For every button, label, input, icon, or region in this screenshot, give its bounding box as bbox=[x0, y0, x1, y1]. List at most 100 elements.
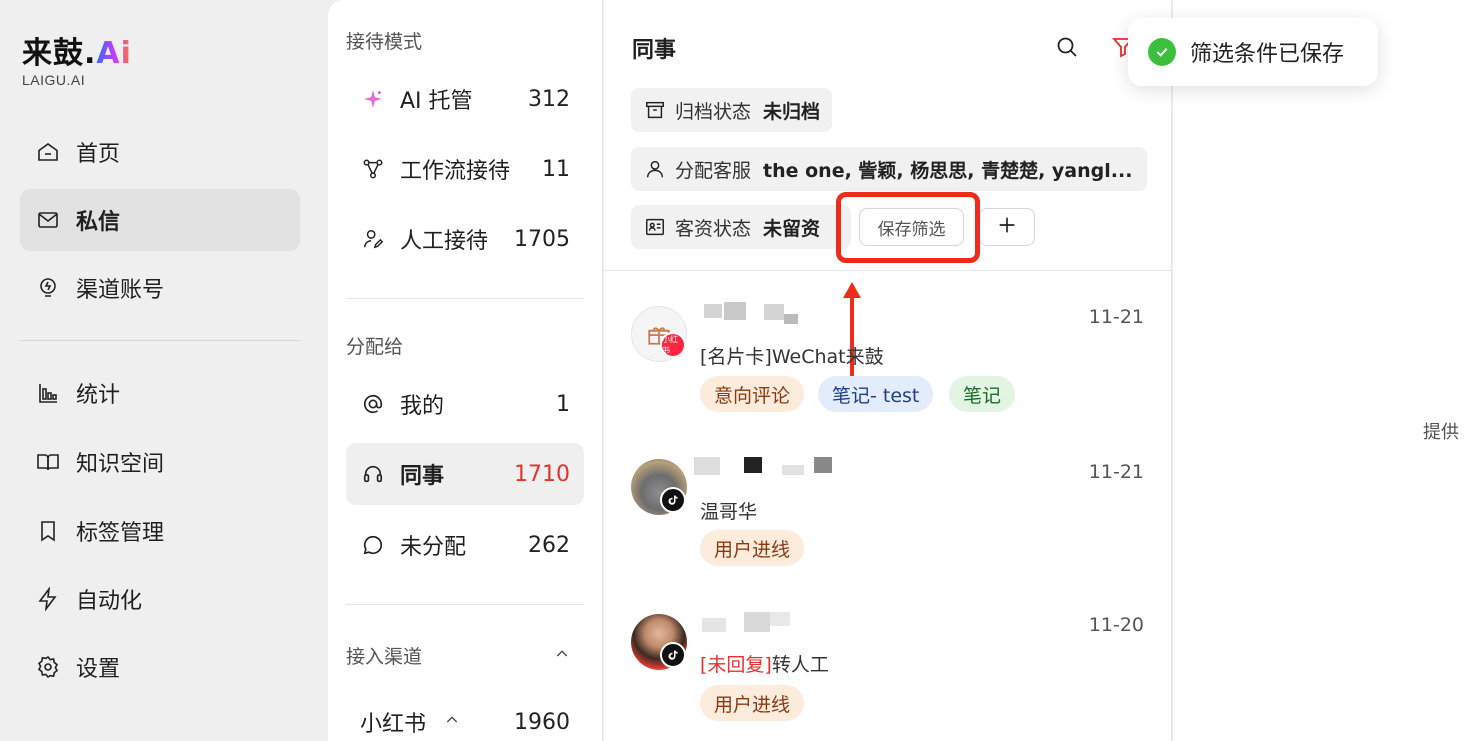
mode-label: 人工接待 bbox=[400, 229, 489, 254]
blurred-name bbox=[694, 298, 804, 324]
filter-value: the one, 訾颖, 杨思思, 青楚楚, yangl... bbox=[763, 159, 1133, 182]
filter-key: 分配客服 bbox=[675, 159, 752, 182]
headset-icon bbox=[360, 461, 386, 487]
nav-label: 自动化 bbox=[76, 589, 143, 614]
archive-icon bbox=[643, 98, 667, 122]
reception-panel: 接待模式 AI 托管 312 工作流接待 11 人工接待 1705 分配给 我的… bbox=[328, 0, 603, 741]
logo-subtitle: LAIGU.AI bbox=[22, 72, 86, 88]
channel-label: 小红书 bbox=[360, 712, 427, 737]
nav-label: 私信 bbox=[76, 210, 121, 235]
mode-count: 312 bbox=[528, 86, 570, 112]
mode-label: AI 托管 bbox=[400, 89, 473, 114]
tiktok-badge-icon bbox=[660, 642, 686, 668]
list-title: 同事 bbox=[632, 38, 677, 63]
conversation-item[interactable]: 11-21 温哥华 用户进线 bbox=[604, 445, 1172, 595]
assign-label: 未分配 bbox=[400, 535, 467, 560]
lightning-icon bbox=[34, 585, 62, 613]
user-icon bbox=[643, 157, 667, 181]
add-filter-button[interactable] bbox=[979, 208, 1035, 246]
logo-text: 来鼓. bbox=[22, 36, 97, 71]
tag-badge: 笔记- test bbox=[818, 376, 934, 412]
section-title-channels: 接入渠道 bbox=[346, 646, 423, 668]
nav-item-knowledge[interactable]: 知识空间 bbox=[20, 431, 300, 493]
assign-item-mine[interactable]: 我的 1 bbox=[346, 373, 584, 435]
at-icon bbox=[360, 391, 386, 417]
search-icon[interactable] bbox=[1052, 32, 1082, 62]
success-toast: 筛选条件已保存 bbox=[1128, 18, 1378, 86]
sparkle-icon bbox=[360, 86, 386, 112]
mode-item-ai[interactable]: AI 托管 312 bbox=[346, 68, 584, 130]
user-edit-icon bbox=[360, 226, 386, 252]
nav-item-messages[interactable]: 私信 bbox=[20, 189, 300, 251]
filter-key: 客资状态 bbox=[675, 217, 752, 240]
xiaohongshu-badge-icon: 小红书 bbox=[660, 332, 686, 358]
filter-chip-agent[interactable]: 分配客服 the one, 訾颖, 杨思思, 青楚楚, yangl... bbox=[631, 147, 1147, 191]
book-icon bbox=[34, 448, 62, 476]
conversation-list-panel: 同事 归档状态 未归档 分配客服 the one, 訾颖, 杨思思, 青楚楚, … bbox=[604, 0, 1172, 741]
conversation-date: 11-20 bbox=[1088, 614, 1144, 636]
nav-label: 标签管理 bbox=[76, 521, 165, 546]
home-icon bbox=[34, 138, 62, 166]
filter-value: 未留资 bbox=[763, 217, 821, 240]
filter-chip-lead-status[interactable]: 客资状态 未留资 bbox=[631, 205, 851, 249]
nav-label: 设置 bbox=[76, 657, 121, 682]
conversation-date: 11-21 bbox=[1088, 306, 1144, 328]
conversation-item[interactable]: 11-20 [未回复]转人工 用户进线 bbox=[604, 600, 1172, 741]
mode-count: 11 bbox=[542, 156, 570, 182]
conversation-message: [未回复]转人工 bbox=[700, 654, 829, 676]
section-title-mode: 接待模式 bbox=[346, 31, 423, 53]
mode-count: 1705 bbox=[514, 226, 570, 252]
section-title-assign: 分配给 bbox=[346, 336, 404, 358]
assign-item-unassigned[interactable]: 未分配 262 bbox=[346, 514, 584, 576]
toast-message: 筛选条件已保存 bbox=[1190, 42, 1345, 67]
mail-icon bbox=[34, 206, 62, 234]
workflow-icon bbox=[360, 156, 386, 182]
blurred-name bbox=[694, 608, 804, 632]
nav-divider bbox=[20, 340, 300, 341]
list-divider bbox=[604, 270, 1172, 271]
nav-item-automation[interactable]: 自动化 bbox=[20, 568, 300, 630]
assign-item-colleague[interactable]: 同事 1710 bbox=[346, 443, 584, 505]
brand-logo[interactable]: 来鼓.Ai LAIGU.AI bbox=[22, 36, 132, 89]
conversation-message: 温哥华 bbox=[700, 501, 758, 523]
tag-badge: 用户进线 bbox=[700, 685, 805, 721]
conversation-date: 11-21 bbox=[1088, 461, 1144, 483]
channel-item-xiaohongshu[interactable]: 小红书 1960 bbox=[346, 691, 584, 741]
chart-icon bbox=[34, 379, 62, 407]
chevron-up-icon[interactable] bbox=[444, 712, 514, 733]
assign-count: 1 bbox=[556, 391, 570, 417]
mode-label: 工作流接待 bbox=[400, 159, 511, 184]
assign-label: 我的 bbox=[400, 394, 445, 419]
highlight-box bbox=[836, 192, 980, 263]
contact-card-icon bbox=[643, 215, 667, 239]
mode-item-manual[interactable]: 人工接待 1705 bbox=[346, 208, 584, 270]
filter-key: 归档状态 bbox=[675, 100, 752, 123]
detail-panel: 提供 bbox=[1173, 0, 1467, 741]
chat-bubble-icon bbox=[360, 532, 386, 558]
tiktok-badge-icon bbox=[660, 487, 686, 513]
mode-item-workflow[interactable]: 工作流接待 11 bbox=[346, 138, 584, 200]
nav-item-tags[interactable]: 标签管理 bbox=[20, 500, 300, 562]
nav-label: 渠道账号 bbox=[76, 278, 165, 303]
conversation-message: [名片卡]WeChat来鼓 bbox=[700, 346, 884, 368]
section-divider bbox=[346, 604, 584, 605]
gear-icon bbox=[34, 653, 62, 681]
section-divider bbox=[346, 298, 584, 299]
filter-chip-archive[interactable]: 归档状态 未归档 bbox=[631, 88, 833, 132]
nav-item-statistics[interactable]: 统计 bbox=[20, 362, 300, 424]
plus-icon bbox=[996, 214, 1018, 241]
conversation-item[interactable]: 小红书 11-21 [名片卡]WeChat来鼓 意向评论 笔记- test 笔记 bbox=[604, 290, 1172, 440]
nav-item-settings[interactable]: 设置 bbox=[20, 636, 300, 698]
channel-count: 1960 bbox=[514, 709, 570, 735]
nav-item-home[interactable]: 首页 bbox=[20, 121, 300, 183]
check-circle-icon bbox=[1148, 38, 1176, 66]
bookmark-icon bbox=[34, 517, 62, 545]
bulb-icon bbox=[34, 274, 62, 302]
assign-label: 同事 bbox=[400, 464, 445, 489]
nav-label: 统计 bbox=[76, 383, 121, 408]
nav-label: 首页 bbox=[76, 142, 121, 167]
chevron-up-icon[interactable] bbox=[554, 646, 570, 667]
nav-item-channel-accounts[interactable]: 渠道账号 bbox=[20, 257, 300, 319]
detail-hint: 提供 bbox=[1423, 422, 1459, 443]
tag-badge: 笔记 bbox=[949, 376, 1016, 412]
